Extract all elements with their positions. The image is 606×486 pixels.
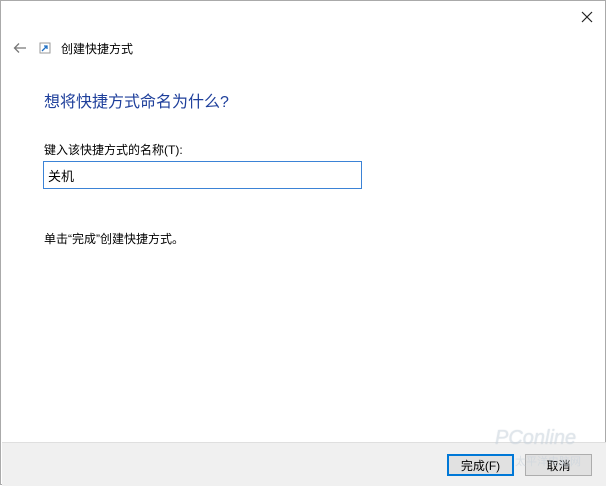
cancel-button[interactable]: 取消 bbox=[525, 454, 592, 476]
shortcut-icon bbox=[39, 42, 51, 54]
close-icon bbox=[581, 11, 593, 23]
page-heading: 想将快捷方式命名为什么? bbox=[44, 94, 229, 111]
back-arrow-icon bbox=[13, 43, 26, 53]
shortcut-name-input[interactable] bbox=[43, 161, 362, 189]
wizard-title: 创建快捷方式 bbox=[61, 42, 134, 56]
name-field-label: 键入该快捷方式的名称(T): bbox=[44, 143, 183, 157]
back-button[interactable] bbox=[10, 39, 30, 57]
wizard-window: 创建快捷方式 想将快捷方式命名为什么? 键入该快捷方式的名称(T): 单击“完成… bbox=[0, 0, 606, 486]
finish-hint: 单击“完成”创建快捷方式。 bbox=[44, 232, 184, 246]
finish-button[interactable]: 完成(F) bbox=[447, 454, 514, 476]
close-button[interactable] bbox=[574, 6, 600, 28]
button-bar: 完成(F) 取消 bbox=[2, 442, 606, 486]
